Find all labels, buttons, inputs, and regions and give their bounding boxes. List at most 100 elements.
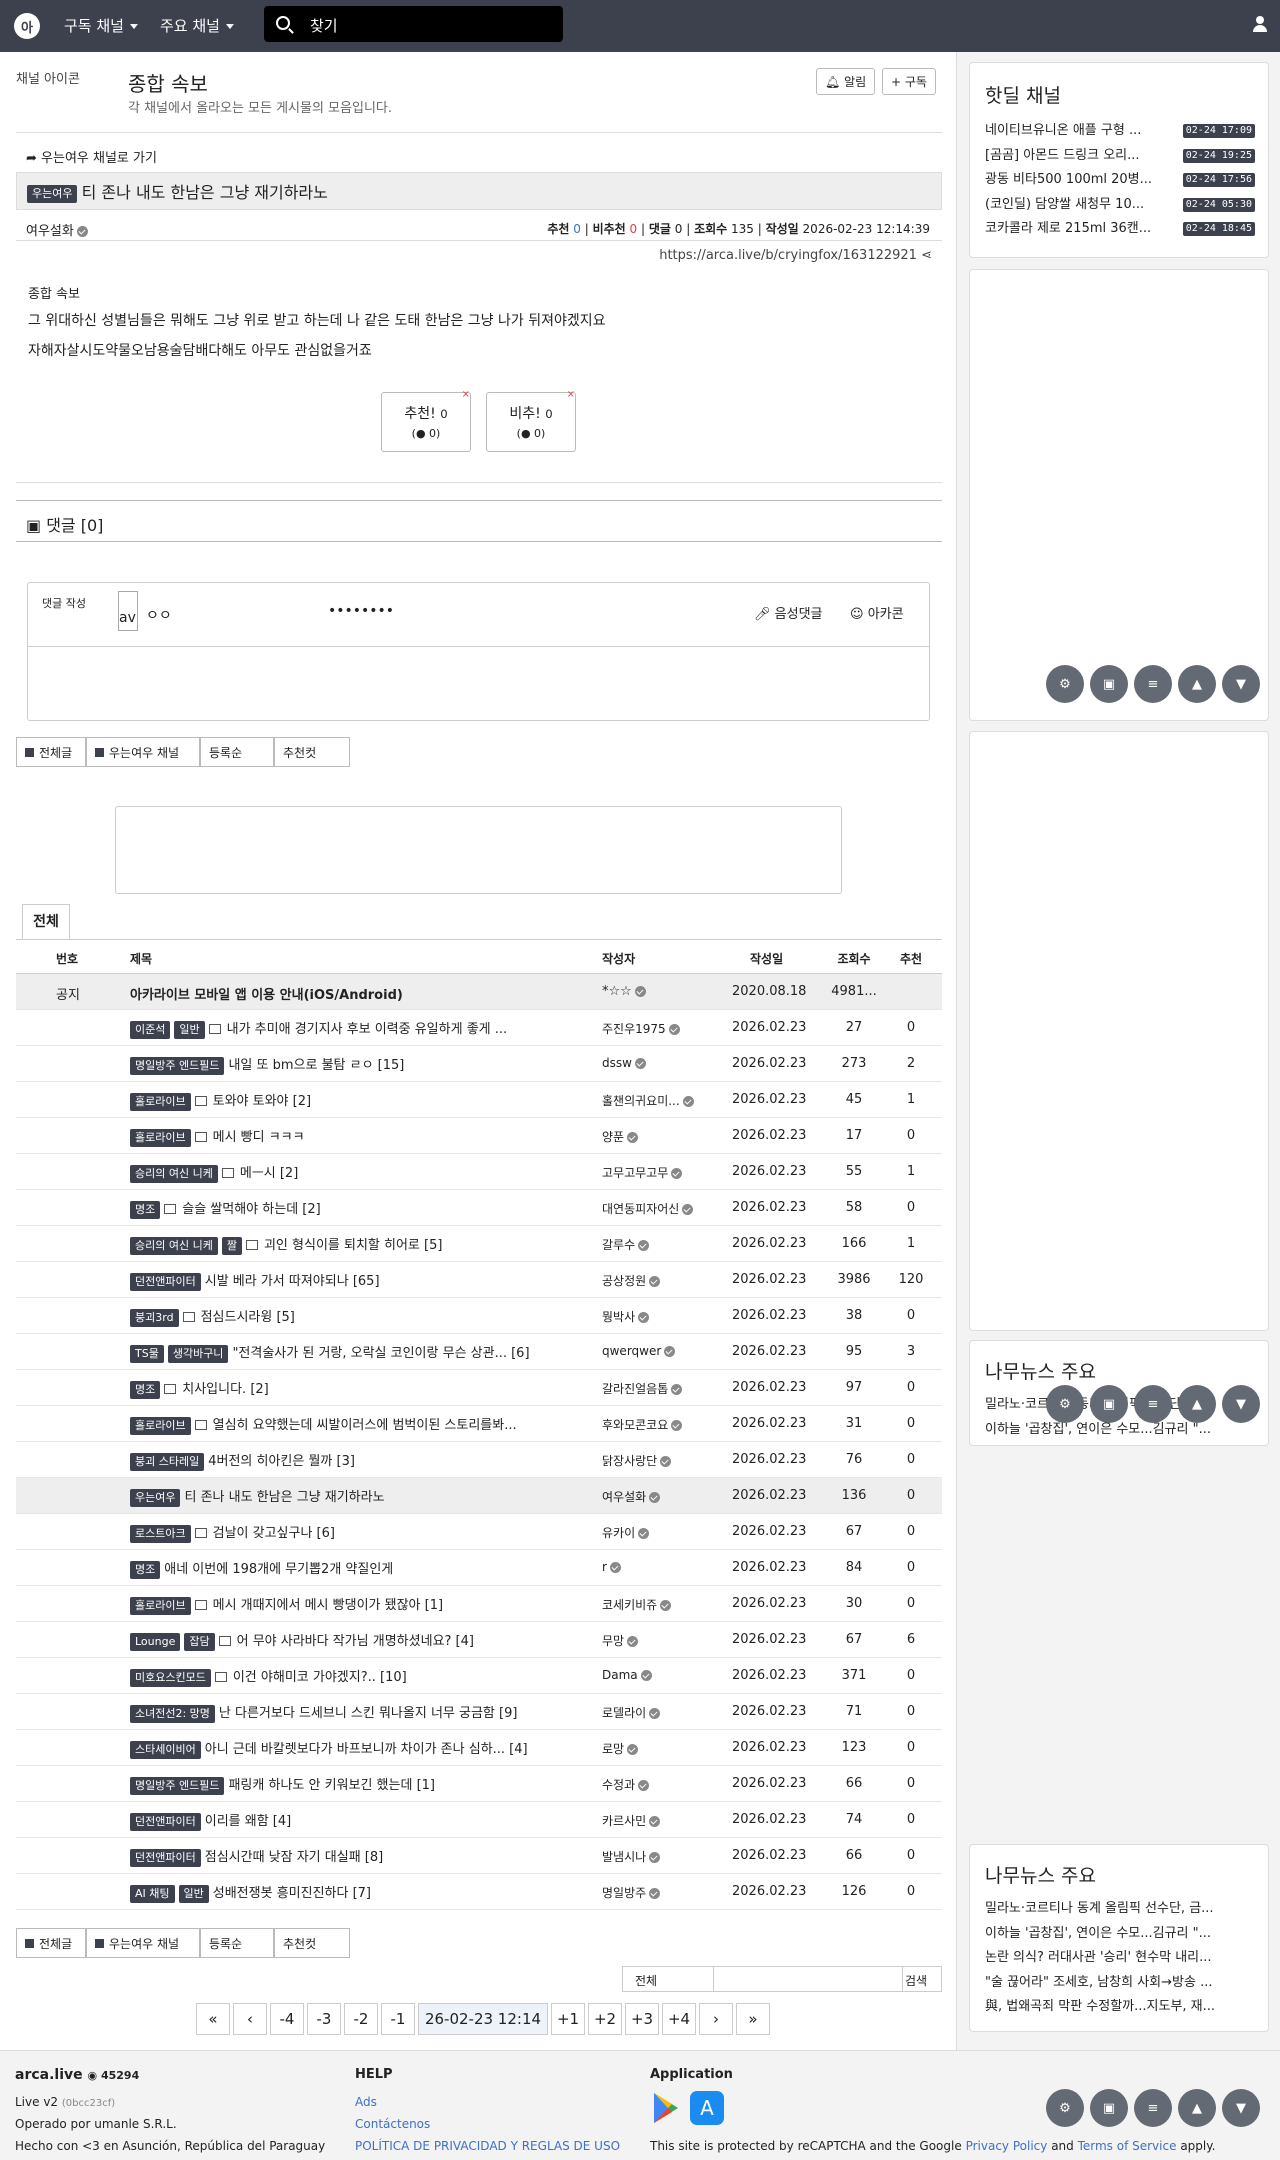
table-row[interactable]: AI 채팅 일반 성배전쟁봇 흥미진진하다 [7] 명일방주 2026.02.23 126…: [16, 1874, 942, 1910]
table-row[interactable]: 소녀전선2: 망명 난 다른거보다 드세브니 스킨 뭐나올지 너무 궁금함 [9]…: [16, 1694, 942, 1730]
post-title[interactable]: 승리의 여신 니케 짤 괴인 형식이를 퇴치할 히어로 [5]: [130, 1234, 600, 1255]
post-author[interactable]: 로델라이: [602, 1704, 722, 1721]
category-badge[interactable]: 짤: [221, 1236, 242, 1255]
post-title[interactable]: 로스트아크 검날이 갖고싶구나 [6]: [130, 1522, 600, 1543]
table-row[interactable]: 승리의 여신 니케 메ㅡ시 [2] 고무고무고무 2026.02.23 55 1: [16, 1154, 942, 1190]
post-title[interactable]: 명조 슬슬 쌀먹해야 하는데 [2]: [130, 1198, 600, 1219]
goto-channel-link[interactable]: ➦ 우는여우 채널로 가기: [26, 147, 157, 166]
gear-icon[interactable]: ⚙: [1046, 2089, 1084, 2127]
ads-link[interactable]: Ads: [355, 2095, 377, 2109]
post-title[interactable]: Lounge 잡담 어 무야 사라바다 작가님 개명하셨네요? [4]: [130, 1630, 600, 1651]
page-button[interactable]: »: [736, 2003, 770, 2035]
post-author[interactable]: 로망: [602, 1740, 722, 1757]
arrow-down-icon[interactable]: ▼: [1222, 2089, 1260, 2127]
ad-slot-1[interactable]: [969, 269, 1269, 721]
category-badge[interactable]: 명조: [130, 1560, 161, 1579]
voice-comment-button[interactable]: 🎤︎ 음성댓글: [754, 603, 823, 622]
category-badge[interactable]: 잡담: [184, 1632, 215, 1651]
post-author[interactable]: 카르사민: [602, 1812, 722, 1829]
category-badge[interactable]: 붕괴3rd: [130, 1308, 179, 1327]
post-author[interactable]: 양푼: [602, 1128, 722, 1145]
table-row[interactable]: 스타세이비어 아니 근데 바칼렛보다가 바프보니까 차이가 존나 심하... [4…: [16, 1730, 942, 1766]
table-row[interactable]: 우는여우 티 존나 내도 한남은 그냥 재기하라노 여우설화 2026.02.23 13…: [16, 1478, 942, 1514]
page-button[interactable]: -1: [381, 2003, 415, 2035]
post-title[interactable]: 던전앤파이터 점심시간때 낮잠 자기 대실패 [8]: [130, 1846, 600, 1867]
category-badge[interactable]: AI 채팅: [130, 1884, 175, 1903]
bottom-search-input[interactable]: [713, 1967, 903, 1991]
news-item[interactable]: "술 끊어라" 조세호, 남창희 사회→방송 ...: [985, 1971, 1255, 1996]
table-row[interactable]: 붕괴3rd 점심드시라윙 [5] 뭥박사 2026.02.23 38 0: [16, 1298, 942, 1334]
page-current[interactable]: 26-02-23 12:14: [418, 2003, 548, 2035]
table-row[interactable]: 던전앤파이터 점심시간때 낮잠 자기 대실패 [8] 발냄시나 2026.02.23 6…: [16, 1838, 942, 1874]
password-field[interactable]: ••••••••: [328, 603, 394, 619]
post-title[interactable]: 던전앤파이터 시발 베라 가서 따져야되나 [65]: [130, 1270, 600, 1291]
channel-posts-button[interactable]: 우는여우 채널: [86, 737, 200, 767]
table-row[interactable]: 미호요스킨모드 이건 야해미코 가야겠지?.. [10] Dama 2026.02.2…: [16, 1658, 942, 1694]
comments-icon[interactable]: ▣: [1090, 665, 1128, 703]
category-badge[interactable]: 일반: [178, 1884, 209, 1903]
table-row[interactable]: 명조 슬슬 쌀먹해야 하는데 [2] 대연동피자어신 2026.02.23 58 0: [16, 1190, 942, 1226]
news-item[interactable]: 이하늘 '곱창집', 연이은 수모...김규리 "...: [985, 1922, 1255, 1947]
post-author[interactable]: dssw: [602, 1056, 722, 1071]
category-badge[interactable]: 던전앤파이터: [130, 1848, 201, 1867]
table-row[interactable]: 이준석 일반 내가 추미애 경기지사 후보 이력중 유일하게 좋게 ... 주진우19…: [16, 1010, 942, 1046]
post-title[interactable]: 붕괴3rd 점심드시라윙 [5]: [130, 1306, 600, 1327]
arrow-up-icon[interactable]: ▲: [1178, 665, 1216, 703]
page-button[interactable]: -2: [344, 2003, 378, 2035]
google-play-icon[interactable]: [650, 2091, 682, 2125]
list-icon[interactable]: ≡: [1134, 2089, 1172, 2127]
category-badge[interactable]: 로스트아크: [130, 1524, 191, 1543]
search-scope-select[interactable]: 전체: [635, 1972, 657, 1989]
comment-textarea[interactable]: [28, 648, 929, 720]
comments-icon[interactable]: ▣: [1090, 1385, 1128, 1423]
page-button[interactable]: -4: [270, 2003, 304, 2035]
category-badge[interactable]: Lounge: [130, 1632, 181, 1651]
gear-icon[interactable]: ⚙: [1046, 665, 1084, 703]
hotdeal-item[interactable]: 네이티브유니온 애플 구형 ... 02-24 17:09: [985, 119, 1255, 144]
upvote-button[interactable]: 추천! 0 (● 0) ×: [381, 389, 471, 452]
list-icon[interactable]: ≡: [1134, 1385, 1172, 1423]
post-title[interactable]: 홀로라이브 열심히 요약했는데 씨발이러스에 범벅이된 스토리를봐...: [130, 1414, 600, 1435]
post-author[interactable]: 여우설화: [602, 1488, 722, 1505]
category-badge[interactable]: 홀로라이브: [130, 1596, 191, 1615]
gear-icon[interactable]: ⚙: [1046, 1385, 1084, 1423]
post-author[interactable]: 주진우1975: [602, 1020, 722, 1037]
search-input[interactable]: 찾기: [264, 6, 563, 42]
post-author[interactable]: qwerqwer: [602, 1344, 722, 1359]
article-author[interactable]: 여우설화: [26, 220, 88, 239]
category-badge[interactable]: TS물: [130, 1344, 164, 1363]
post-author[interactable]: 유카이: [602, 1524, 722, 1541]
category-badge[interactable]: 스타세이비어: [130, 1740, 201, 1759]
privacy-policy-link[interactable]: Privacy Policy: [966, 2139, 1048, 2153]
news-item[interactable]: 與, 법왜곡죄 막판 수정할까...지도부, 재...: [985, 1995, 1255, 2020]
alarm-button[interactable]: 🔔︎ 알림: [816, 68, 876, 95]
post-author[interactable]: Dama: [602, 1668, 722, 1683]
comments-icon[interactable]: ▣: [1090, 2089, 1128, 2127]
post-title[interactable]: 명일방주 엔드필드 패링캐 하나도 안 키워보긴 했는데 [1]: [130, 1774, 600, 1795]
page-button[interactable]: -3: [307, 2003, 341, 2035]
post-title[interactable]: 던전앤파이터 이리를 왜함 [4]: [130, 1810, 600, 1831]
arca-logo-icon[interactable]: 아: [14, 13, 40, 39]
subscribed-channels-menu[interactable]: 구독 채널: [64, 15, 138, 36]
post-title[interactable]: 홀로라이브 메시 빵디 ㅋㅋㅋ: [130, 1126, 600, 1147]
tab-all[interactable]: 전체: [22, 904, 70, 940]
arrow-down-icon[interactable]: ▼: [1222, 665, 1260, 703]
sort-button[interactable]: 등록순: [200, 737, 274, 767]
category-badge[interactable]: 홀로라이브: [130, 1416, 191, 1435]
ad-banner[interactable]: [115, 806, 842, 894]
category-badge[interactable]: 홀로라이브: [130, 1092, 191, 1111]
arrow-up-icon[interactable]: ▲: [1178, 2089, 1216, 2127]
table-row[interactable]: 명조 애네 이번에 198개에 무기뽑2개 약질인게 r 2026.02.23 84 0: [16, 1550, 942, 1586]
all-posts-button-bottom[interactable]: 전체글: [16, 1928, 86, 1958]
table-row[interactable]: 명조 치사입니다. [2] 갈라진얼음톱 2026.02.23 97 0: [16, 1370, 942, 1406]
table-row[interactable]: 던전앤파이터 이리를 왜함 [4] 카르사민 2026.02.23 74 0: [16, 1802, 942, 1838]
post-title[interactable]: TS물 생각바구니 "전격술사가 된 거랑, 오락실 코인이랑 무슨 상관... […: [130, 1342, 600, 1363]
share-icon[interactable]: ⋖: [921, 248, 932, 263]
category-badge[interactable]: 던전앤파이터: [130, 1272, 201, 1291]
post-author[interactable]: 뭥박사: [602, 1308, 722, 1325]
table-row[interactable]: 로스트아크 검날이 갖고싶구나 [6] 유카이 2026.02.23 67 0: [16, 1514, 942, 1550]
table-row[interactable]: 명일방주 엔드필드 패링캐 하나도 안 키워보긴 했는데 [1] 수정과 2026.0…: [16, 1766, 942, 1802]
arrow-up-icon[interactable]: ▲: [1178, 1385, 1216, 1423]
post-title[interactable]: 승리의 여신 니케 메ㅡ시 [2]: [130, 1162, 600, 1183]
app-store-icon[interactable]: A: [690, 2091, 724, 2125]
